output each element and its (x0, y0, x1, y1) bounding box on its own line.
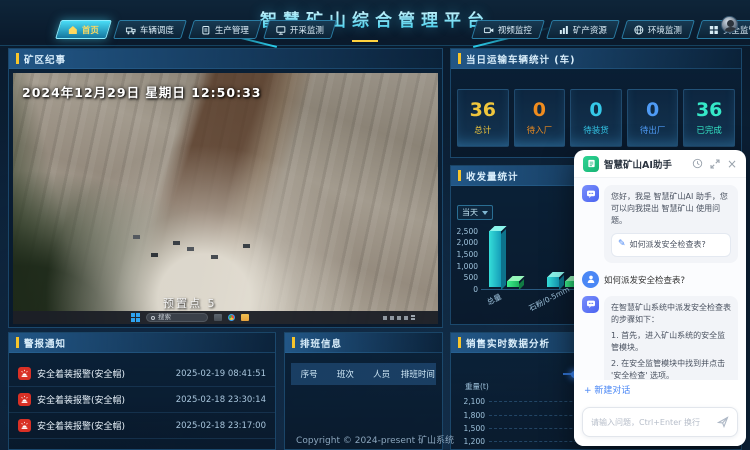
mine-chronicle-panel: 矿区纪事 2024年12月29日 星期日 12:50:33 预置点 5 搜索 (8, 48, 443, 328)
header-accent-bar (458, 170, 461, 181)
bar-total-green (507, 281, 519, 287)
bar-chart-icon (559, 25, 569, 35)
send-icon[interactable] (717, 416, 729, 428)
clipboard-icon (201, 25, 211, 35)
grid-icon (709, 25, 719, 35)
browser-icon (228, 314, 235, 321)
tab-environment-monitoring[interactable]: 环境监测 (621, 20, 695, 39)
answer-steps: 1. 首先，进入矿山系统的安全监管模块。 2. 在安全监管模块中找到并点击 '安… (611, 330, 731, 381)
taskbar-center: 搜索 (131, 313, 249, 322)
top-navigation-bar: 智慧矿山综合管理平台 首页 车辆调度 生产管理 开采监测 视频监控 矿产资源 (0, 0, 750, 46)
home-icon (68, 25, 78, 35)
taskbar-search-box: 搜索 (146, 313, 208, 322)
truck-icon (126, 25, 136, 35)
user-avatar[interactable] (721, 16, 738, 33)
ai-assistant-logo-icon (583, 156, 599, 172)
close-icon[interactable]: × (727, 158, 737, 170)
chevron-down-icon (482, 211, 488, 215)
question-input[interactable] (591, 418, 711, 427)
bot-answer-bubble: 在智慧矿山系统中派发安全检查表的步骤如下： 1. 首先，进入矿山系统的安全监管模… (604, 296, 738, 381)
ai-panel-header: 智慧矿山AI助手 × (574, 150, 746, 178)
trucks-in-quarry (173, 241, 180, 245)
header-accent-bar (16, 337, 19, 348)
bot-greeting-bubble: 您好，我是 智慧矿山AI 助手，您可以向我提出 智慧矿山 使用问题。 ✎ 如何派… (604, 185, 738, 263)
header-accent-bar (16, 53, 19, 64)
history-icon[interactable] (692, 154, 703, 173)
panel-header: 排班信息 (285, 333, 442, 353)
avatar-head (727, 20, 734, 27)
magnifier-icon (151, 316, 155, 320)
stat-pending-loading: 0 待装货 (570, 89, 622, 147)
suggested-question-chip[interactable]: ✎ 如何派发安全检查表? (611, 233, 731, 257)
stat-box-row: 36 总计 0 待入厂 0 待装货 0 待出厂 36 已完成 (457, 89, 735, 147)
right-tab-group: 视频监控 矿产资源 环境监测 安全监管 (474, 20, 750, 39)
folder-icon (241, 314, 249, 321)
panel-header: 矿区纪事 (9, 49, 442, 69)
bot-message: 在智慧矿山系统中派发安全检查表的步骤如下： 1. 首先，进入矿山系统的安全监管模… (582, 296, 738, 381)
embedded-windows-taskbar: 搜索 (13, 311, 438, 324)
new-chat-link[interactable]: + 新建对话 (584, 383, 630, 396)
header-accent-bar (458, 337, 461, 348)
tab-production-management[interactable]: 生产管理 (188, 20, 262, 39)
bar-total-cyan (489, 231, 501, 287)
user-message: 如何派发安全检查表? (582, 271, 738, 288)
bot-avatar-icon (582, 185, 599, 202)
alarm-list-item[interactable]: 安全着装报警(安全帽) 2025-02-18 23:30:14 (9, 387, 275, 413)
tab-vehicle-dispatch[interactable]: 车辆调度 (113, 20, 187, 39)
user-avatar-icon (582, 271, 599, 288)
panel-header: 警报通知 (9, 333, 275, 353)
tab-mineral-resources[interactable]: 矿产资源 (546, 20, 620, 39)
tab-mining-monitoring[interactable]: 开采监测 (263, 20, 337, 39)
ai-assistant-panel: 智慧矿山AI助手 × 您好，我是 智慧矿山AI 助手，您可以向我提出 智慧矿山 … (574, 150, 746, 446)
windows-start-icon (131, 313, 140, 322)
ai-panel-footer: + 新建对话 (574, 380, 746, 446)
ai-chat-messages: 您好，我是 智慧矿山AI 助手，您可以向我提出 智慧矿山 使用问题。 ✎ 如何派… (574, 178, 746, 380)
header-accent-bar (292, 337, 295, 348)
tray-clock (411, 314, 433, 321)
file-explorer-icon (214, 314, 222, 321)
daily-vehicle-stats-panel: 当日运输车辆统计 (车) 36 总计 0 待入厂 0 待装货 0 待出厂 36 … (450, 48, 742, 158)
alarm-list-item[interactable]: 安全着装报警(安全帽) 2025-02-19 08:41:51 (9, 361, 275, 387)
stat-pending-entry: 0 待入厂 (514, 89, 566, 147)
left-tab-group: 首页 车辆调度 生产管理 开采监测 (58, 20, 334, 39)
globe-icon (634, 25, 644, 35)
tab-home[interactable]: 首页 (55, 20, 112, 39)
video-camera-icon (484, 25, 494, 35)
schedule-table-header: 序号 班次 人员 排班时间 (291, 363, 436, 385)
ai-input-box (582, 407, 738, 437)
alarm-siren-icon (18, 393, 31, 406)
stat-completed: 36 已完成 (683, 89, 735, 147)
tab-video-surveillance[interactable]: 视频监控 (471, 20, 545, 39)
video-timestamp-overlay: 2024年12月29日 星期日 12:50:33 (22, 82, 261, 101)
panel-header: 当日运输车辆统计 (车) (451, 49, 741, 69)
alarm-siren-icon (18, 367, 31, 380)
header-accent-bar (458, 53, 461, 64)
stat-total: 36 总计 (457, 89, 509, 147)
expand-icon[interactable] (710, 154, 720, 173)
camera-preset-label: 预置点 5 (163, 295, 217, 311)
bot-avatar-icon (582, 296, 599, 313)
time-range-select[interactable]: 当天 (457, 205, 493, 220)
mine-camera-video[interactable]: 2024年12月29日 星期日 12:50:33 预置点 5 搜索 (13, 73, 438, 324)
alarm-siren-icon (18, 419, 31, 432)
alarm-list: 安全着装报警(安全帽) 2025-02-19 08:41:51 安全着装报警(安… (9, 361, 275, 439)
bot-message: 您好，我是 智慧矿山AI 助手，您可以向我提出 智慧矿山 使用问题。 ✎ 如何派… (582, 185, 738, 263)
monitor-icon (276, 25, 286, 35)
pen-icon: ✎ (618, 238, 626, 252)
title-accent-yellow (352, 40, 378, 42)
bar-stonepowder-cyan (547, 277, 559, 287)
taskbar-tray (383, 314, 433, 321)
stat-pending-exit: 0 待出厂 (627, 89, 679, 147)
